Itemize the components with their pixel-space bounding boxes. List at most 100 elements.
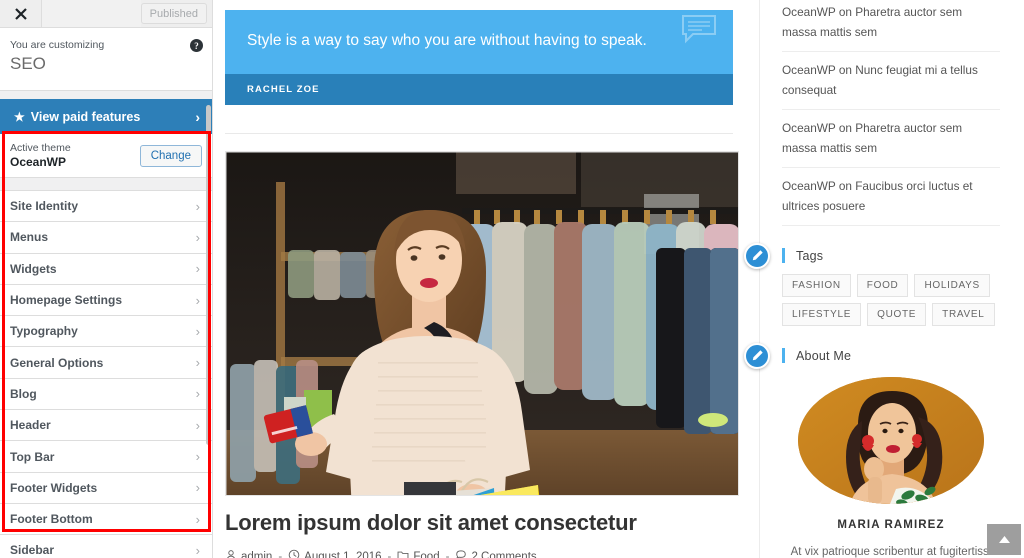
sidebar-item-label: Typography [10, 324, 78, 339]
about-widget-header: About Me [744, 342, 1000, 369]
meta-separator: - [278, 550, 283, 558]
sidebar-item-label: Site Identity [10, 199, 79, 214]
site-preview: Style is a way to say who you are withou… [213, 0, 1024, 558]
star-icon: ★ [14, 109, 25, 124]
avatar [798, 377, 984, 504]
sections-gap [0, 178, 212, 191]
comment-icon [455, 549, 467, 558]
chevron-right-icon: › [195, 386, 200, 402]
sidebar-item-homepage-settings[interactable]: Homepage Settings › [0, 284, 212, 317]
sidebar-item-label: Footer Bottom [10, 512, 93, 527]
chevron-right-icon: › [195, 261, 200, 277]
view-paid-features-button[interactable]: ★ View paid features › [0, 99, 212, 134]
meta-separator: - [445, 550, 450, 558]
chevron-right-icon: › [195, 292, 200, 308]
content-divider [225, 133, 733, 134]
comment-bubble-icon [681, 14, 717, 44]
widget-accent-bar [782, 348, 785, 363]
chevron-right-icon: › [195, 108, 200, 125]
help-icon[interactable]: ? [190, 39, 203, 52]
topbar-spacer [42, 0, 141, 27]
publish-button[interactable]: Published [140, 3, 207, 24]
sidebar-item-label: Homepage Settings [10, 293, 123, 308]
sidebar-item-top-bar[interactable]: Top Bar › [0, 441, 212, 473]
scroll-to-top-button[interactable] [987, 524, 1021, 555]
close-icon[interactable] [0, 0, 42, 27]
meta-separator: - [387, 550, 392, 558]
panel-scrollbar[interactable] [206, 105, 211, 445]
list-item[interactable]: OceanWP on Pharetra auctor sem massa mat… [782, 110, 1000, 168]
list-item[interactable]: OceanWP on Nunc feugiat mi a tellus cons… [782, 52, 1000, 110]
active-theme-label: Active theme [10, 141, 71, 154]
post-comments-count: 2 Comments [471, 550, 537, 558]
sidebar-item-header[interactable]: Header › [0, 410, 212, 442]
post-date-text: August 1, 2016 [304, 550, 382, 558]
clock-icon [288, 549, 300, 558]
widget-title: Tags [796, 248, 824, 263]
chevron-right-icon: › [195, 542, 200, 558]
post-category-name: Food [413, 550, 440, 558]
change-theme-button[interactable]: Change [139, 144, 202, 167]
customizing-label: You are customizing [10, 39, 105, 51]
preview-main-column: Style is a way to say who you are withou… [213, 0, 759, 558]
post-comments[interactable]: 2 Comments [455, 549, 537, 558]
chevron-right-icon: › [195, 480, 200, 496]
post-meta: admin - August 1, 2016 - Food - 2 Commen… [225, 549, 733, 558]
sidebar-item-blog[interactable]: Blog › [0, 378, 212, 411]
sidebar-item-footer-bottom[interactable]: Footer Bottom › [0, 503, 212, 536]
sidebar-item-label: Top Bar [10, 449, 55, 464]
sidebar-item-menus[interactable]: Menus › [0, 222, 212, 254]
folder-icon [397, 549, 409, 558]
about-name: MARIA RAMIREZ [837, 519, 945, 531]
list-item[interactable]: OceanWP on Pharetra auctor sem massa mat… [782, 0, 1000, 52]
sidebar-item-label: Header [10, 418, 51, 433]
post-date[interactable]: August 1, 2016 [288, 549, 382, 558]
sidebar-item-general-options[interactable]: General Options › [0, 347, 212, 379]
sidebar-item-label: General Options [10, 355, 104, 370]
active-theme-info: Active theme OceanWP [10, 142, 140, 170]
sidebar-item-label: Footer Widgets [10, 480, 98, 495]
sidebar-item-sidebar[interactable]: Sidebar › [0, 535, 212, 558]
sidebar-item-label: Widgets [10, 261, 57, 276]
pencil-icon[interactable] [744, 242, 770, 269]
active-theme-name: OceanWP [10, 154, 67, 169]
chevron-right-icon: › [195, 355, 200, 371]
sidebar-item-label: Blog [10, 386, 37, 401]
widget-accent-bar [782, 248, 785, 263]
paid-features-label: View paid features [30, 109, 141, 124]
preview-sidebar: OceanWP on Pharetra auctor sem massa mat… [744, 0, 1024, 558]
sidebar-item-typography[interactable]: Typography › [0, 316, 212, 348]
panel-gap [0, 91, 212, 99]
customizer-header: You are customizing SEO ? [0, 28, 212, 91]
post-category[interactable]: Food [397, 549, 440, 558]
sidebar-item-footer-widgets[interactable]: Footer Widgets › [0, 472, 212, 504]
tag-item[interactable]: FOOD [856, 274, 909, 297]
wp-customizer-panel: Published You are customizing SEO ? ★ Vi… [0, 0, 213, 558]
tag-item[interactable]: LIFESTYLE [782, 303, 862, 326]
user-icon [225, 549, 237, 558]
post-featured-image[interactable] [225, 151, 739, 496]
tag-cloud: FASHION FOOD HOLIDAYS LIFESTYLE QUOTE TR… [782, 274, 1000, 326]
customizer-topbar: Published [0, 0, 212, 28]
list-item[interactable]: OceanWP on Faucibus orci luctus et ultri… [782, 168, 1000, 226]
about-description: At vix patrioque scribentur at fugiterti… [790, 546, 992, 558]
quote-post: Style is a way to say who you are withou… [225, 10, 733, 105]
chevron-right-icon: › [195, 417, 200, 433]
post-title[interactable]: Lorem ipsum dolor sit amet consectetur [225, 510, 733, 536]
chevron-right-icon: › [195, 229, 200, 245]
tag-item[interactable]: HOLIDAYS [914, 274, 990, 297]
tag-item[interactable]: TRAVEL [932, 303, 995, 326]
quote-body: Style is a way to say who you are withou… [225, 10, 733, 74]
quote-text: Style is a way to say who you are withou… [247, 32, 647, 49]
pencil-icon[interactable] [744, 342, 770, 369]
quote-author: RACHEL ZOE [225, 74, 733, 105]
tags-widget-header: Tags [744, 242, 1000, 269]
sidebar-item-site-identity[interactable]: Site Identity › [0, 191, 212, 223]
tag-item[interactable]: QUOTE [867, 303, 927, 326]
tag-item[interactable]: FASHION [782, 274, 851, 297]
sidebar-item-label: Menus [10, 230, 49, 245]
sidebar-item-widgets[interactable]: Widgets › [0, 253, 212, 285]
post-author-name: admin [241, 550, 273, 558]
chevron-right-icon: › [195, 449, 200, 465]
post-author[interactable]: admin [225, 549, 272, 558]
